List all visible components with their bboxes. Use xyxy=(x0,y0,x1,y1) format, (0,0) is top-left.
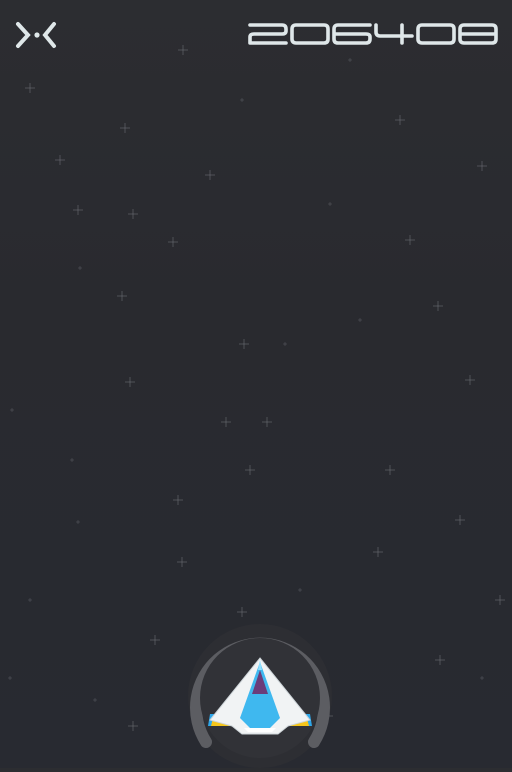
star xyxy=(28,598,32,602)
star xyxy=(465,375,475,385)
star xyxy=(245,465,255,475)
star xyxy=(433,301,443,311)
close-x-icon xyxy=(16,22,56,48)
star xyxy=(93,698,97,702)
star xyxy=(10,408,14,412)
score-digit xyxy=(458,23,498,45)
score-digit xyxy=(374,23,414,45)
star xyxy=(70,458,74,462)
score-digit xyxy=(290,23,330,45)
star xyxy=(128,721,138,731)
star xyxy=(405,235,415,245)
star xyxy=(221,417,231,427)
score-display xyxy=(248,14,500,54)
star xyxy=(495,595,505,605)
star xyxy=(455,515,465,525)
player-ship[interactable] xyxy=(184,622,336,768)
star xyxy=(237,607,247,617)
star xyxy=(120,123,130,133)
close-button[interactable] xyxy=(14,20,62,50)
star xyxy=(283,342,287,346)
star xyxy=(8,676,12,680)
star xyxy=(395,115,405,125)
star xyxy=(385,465,395,475)
star xyxy=(25,83,35,93)
star xyxy=(358,318,362,322)
star xyxy=(205,170,215,180)
star xyxy=(239,339,249,349)
star xyxy=(477,161,487,171)
star xyxy=(177,557,187,567)
star xyxy=(55,155,65,165)
star xyxy=(117,291,127,301)
star xyxy=(262,417,272,427)
star xyxy=(348,58,352,62)
star xyxy=(73,205,83,215)
score-digit xyxy=(332,23,372,45)
star xyxy=(480,676,484,680)
star xyxy=(125,377,135,387)
star xyxy=(298,588,302,592)
star xyxy=(150,635,160,645)
star xyxy=(76,520,80,524)
star xyxy=(78,266,82,270)
star xyxy=(435,655,445,665)
star xyxy=(128,209,138,219)
star xyxy=(240,98,244,102)
star xyxy=(373,547,383,557)
star xyxy=(168,237,178,247)
star xyxy=(328,202,332,206)
score-digit xyxy=(416,23,456,45)
star xyxy=(178,45,188,55)
score-digit xyxy=(248,23,288,45)
star xyxy=(173,495,183,505)
